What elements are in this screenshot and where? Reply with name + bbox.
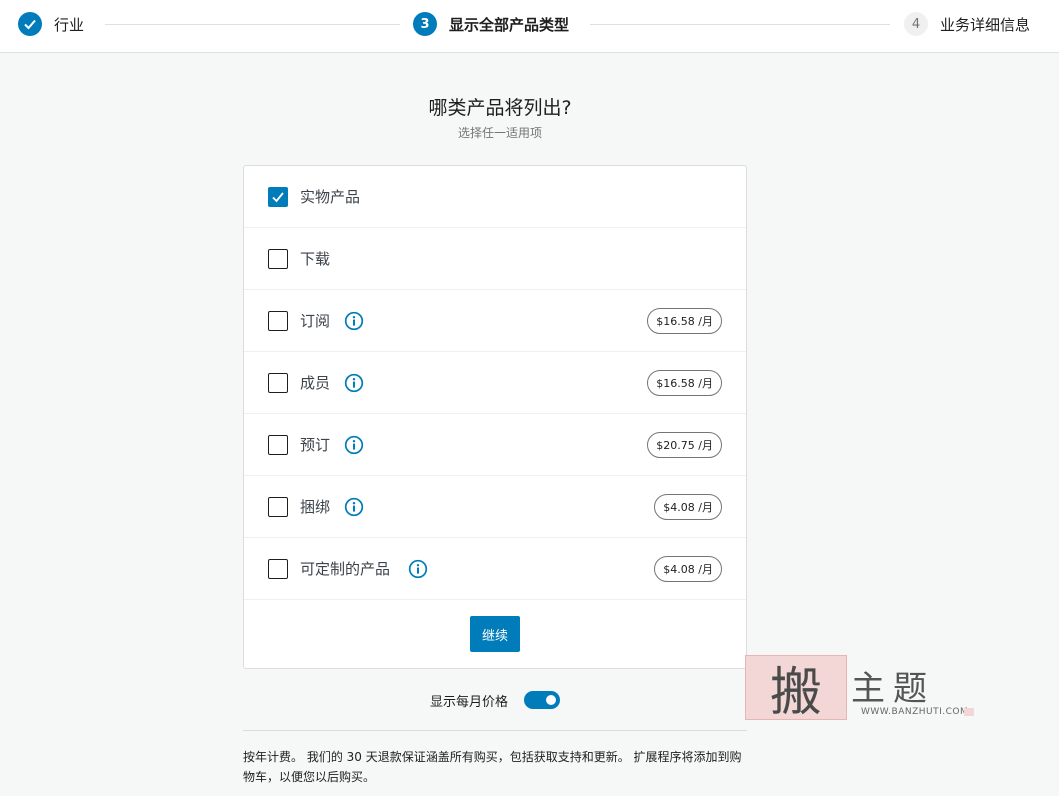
checkbox[interactable] <box>268 434 288 455</box>
toggle-knob <box>546 695 556 705</box>
product-types-card: 实物产品 下载 订阅 $16.58 /月 成员 $16.58 /月 预订 $20… <box>243 165 747 669</box>
page-title: 哪类产品将列出? <box>428 97 572 119</box>
stepper: 行业 3 显示全部产品类型 4 业务详细信息 <box>0 0 1059 53</box>
price-badge: $16.58 /月 <box>647 307 722 334</box>
watermark: 搬 主题 WWW.BANZHUTI.COM <box>745 655 975 723</box>
product-row-downloads[interactable]: 下载 <box>244 228 746 290</box>
product-row-subscriptions[interactable]: 订阅 $16.58 /月 <box>244 290 746 352</box>
step-industry[interactable]: 行业 <box>18 11 84 37</box>
product-label: 下载 <box>300 250 331 268</box>
step-label: 行业 <box>54 15 85 34</box>
product-row-customizable[interactable]: 可定制的产品 $4.08 /月 <box>244 538 746 600</box>
checkbox[interactable] <box>268 372 288 393</box>
price-badge: $20.75 /月 <box>647 431 722 458</box>
product-row-bookings[interactable]: 预订 $20.75 /月 <box>244 414 746 476</box>
step-number: 3 <box>413 12 437 36</box>
step-connector <box>105 24 400 25</box>
info-icon[interactable] <box>344 497 364 517</box>
checkbox[interactable] <box>268 310 288 331</box>
product-row-memberships[interactable]: 成员 $16.58 /月 <box>244 352 746 414</box>
page-subtitle: 选择任一适用项 <box>457 126 542 140</box>
watermark-text: 主题 <box>851 669 935 709</box>
monthly-price-toggle-label: 显示每月价格 <box>430 695 509 710</box>
product-label: 订阅 <box>300 312 331 330</box>
info-icon[interactable] <box>344 373 364 393</box>
checkbox[interactable] <box>268 248 288 269</box>
product-row-bundles[interactable]: 捆绑 $4.08 /月 <box>244 476 746 538</box>
divider <box>243 730 747 731</box>
monthly-price-toggle[interactable] <box>524 691 560 709</box>
step-label: 业务详细信息 <box>940 15 1031 34</box>
watermark-seal: 搬 <box>745 655 847 723</box>
product-label: 预订 <box>300 436 331 454</box>
price-badge: $16.58 /月 <box>647 369 722 396</box>
watermark-mark <box>964 708 974 716</box>
info-icon[interactable] <box>408 559 428 579</box>
step-label: 显示全部产品类型 <box>449 15 570 34</box>
step-number: 4 <box>904 12 928 36</box>
product-label: 实物产品 <box>300 188 361 206</box>
price-badge: $4.08 /月 <box>654 493 722 520</box>
checkbox-checked[interactable] <box>268 186 288 207</box>
product-label: 捆绑 <box>300 498 331 516</box>
checkbox[interactable] <box>268 558 288 579</box>
check-icon <box>18 12 42 36</box>
step-business-details: 4 业务详细信息 <box>904 11 1030 37</box>
product-label: 可定制的产品 <box>300 560 391 578</box>
product-label: 成员 <box>300 374 331 392</box>
continue-button[interactable]: 继续 <box>470 616 520 652</box>
checkbox[interactable] <box>268 496 288 517</box>
price-badge: $4.08 /月 <box>654 555 722 582</box>
step-connector <box>590 24 890 25</box>
info-icon[interactable] <box>344 435 364 455</box>
product-row-physical[interactable]: 实物产品 <box>244 166 746 228</box>
billing-footnote: 按年计费。 我们的 30 天退款保证涵盖所有购买，包括获取支持和更新。 扩展程序… <box>243 750 742 784</box>
watermark-url: WWW.BANZHUTI.COM <box>861 707 969 717</box>
step-product-types: 3 显示全部产品类型 <box>413 11 569 37</box>
info-icon[interactable] <box>344 311 364 331</box>
